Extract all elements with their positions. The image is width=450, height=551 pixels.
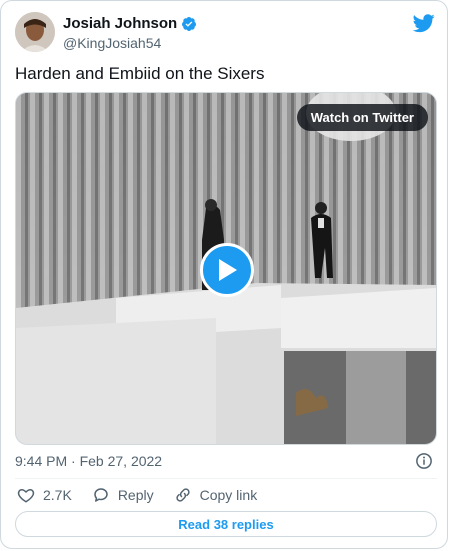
like-button[interactable]: 2.7K [17, 486, 72, 504]
like-count: 2.7K [43, 487, 72, 503]
reply-button[interactable]: Reply [92, 486, 154, 504]
author-handle[interactable]: @KingJosiah54 [63, 35, 161, 51]
play-icon [219, 259, 237, 281]
link-icon [175, 488, 190, 502]
twitter-bird-icon[interactable] [413, 12, 435, 34]
avatar[interactable] [15, 12, 55, 52]
author-name[interactable]: Josiah Johnson [63, 15, 177, 32]
tweet-text: Harden and Embiid on the Sixers [15, 64, 265, 83]
tweet-timestamp[interactable]: 9:44 PM · Feb 27, 2022 [15, 453, 162, 469]
watch-on-twitter-button[interactable]: Watch on Twitter [296, 104, 428, 131]
reply-icon [94, 488, 108, 502]
play-button[interactable] [200, 243, 254, 297]
copy-link-button[interactable]: Copy link [174, 486, 258, 504]
tweet-card: Josiah Johnson @KingJosiah54 Harden and … [0, 0, 448, 549]
reply-label: Reply [117, 487, 154, 503]
info-icon[interactable] [415, 452, 433, 470]
divider [15, 478, 437, 479]
copy-link-label: Copy link [199, 487, 258, 503]
tweet-header: Josiah Johnson @KingJosiah54 [15, 12, 439, 54]
video-media[interactable]: Watch on Twitter [15, 92, 437, 445]
verified-badge-icon [182, 16, 197, 31]
read-replies-button[interactable]: Read 38 replies [15, 511, 437, 537]
tweet-actions: 2.7K Reply Copy link [17, 485, 277, 505]
heart-icon [17, 488, 35, 503]
author-name-row[interactable]: Josiah Johnson [63, 15, 197, 32]
